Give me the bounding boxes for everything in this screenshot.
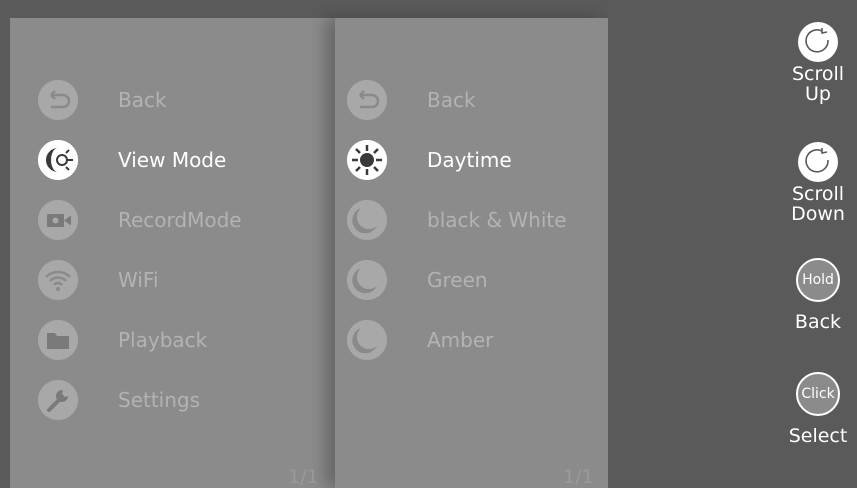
menu-item-label: Playback xyxy=(118,328,208,352)
main-menu-panel: Back View Mode RecordMode WiFi Playback xyxy=(10,18,335,488)
view-item-back[interactable]: Back xyxy=(335,72,608,128)
moon-icon xyxy=(347,320,387,360)
menu-item-playback[interactable]: Playback xyxy=(10,312,335,368)
scroll-down-label: Scroll xyxy=(791,183,845,205)
menu-item-label: RecordMode xyxy=(118,208,242,232)
hold-back-label: Back xyxy=(794,311,842,333)
rotate-clockwise-icon xyxy=(798,22,838,62)
scroll-up-sublabel: Up xyxy=(805,83,831,105)
view-item-daytime[interactable]: Daytime xyxy=(335,132,608,188)
menu-item-label: Back xyxy=(118,88,167,112)
folder-icon xyxy=(38,320,78,360)
click-select-button[interactable]: Click Select xyxy=(780,372,856,446)
back-arrow-icon xyxy=(347,80,387,120)
menu-item-label: View Mode xyxy=(118,148,227,172)
menu-item-back[interactable]: Back xyxy=(10,72,335,128)
moon-icon xyxy=(347,260,387,300)
scroll-up-label: Scroll xyxy=(791,63,845,85)
scroll-down-sublabel: Down xyxy=(791,203,845,225)
menu-item-label: Green xyxy=(427,268,488,292)
menu-item-label: WiFi xyxy=(118,268,159,292)
menu-item-label: Settings xyxy=(118,388,201,412)
hold-back-button[interactable]: Hold Back xyxy=(780,258,856,332)
controls-panel: Scroll Up Scroll Down Hold Back Click Se… xyxy=(608,0,857,488)
menu-item-settings[interactable]: Settings xyxy=(10,372,335,428)
menu-item-wifi[interactable]: WiFi xyxy=(10,252,335,308)
page-indicator: 1/1 xyxy=(288,466,319,488)
view-mode-icon xyxy=(38,140,78,180)
view-item-green[interactable]: Green xyxy=(335,252,608,308)
menu-item-label: black & White xyxy=(427,208,567,232)
view-mode-panel: Back Daytime black & White Green Amber 1… xyxy=(335,18,608,488)
view-item-amber[interactable]: Amber xyxy=(335,312,608,368)
wifi-icon xyxy=(38,260,78,300)
click-badge-icon: Click xyxy=(796,372,840,416)
click-select-label: Select xyxy=(788,425,848,447)
view-item-black-white[interactable]: black & White xyxy=(335,192,608,248)
scroll-up-button[interactable]: Scroll Up xyxy=(780,20,856,104)
menu-item-label: Back xyxy=(427,88,476,112)
menu-item-label: Daytime xyxy=(427,148,512,172)
rotate-clockwise-icon xyxy=(798,142,838,182)
menu-item-label: Amber xyxy=(427,328,494,352)
moon-icon xyxy=(347,200,387,240)
menu-item-record-mode[interactable]: RecordMode xyxy=(10,192,335,248)
wrench-icon xyxy=(38,380,78,420)
sun-icon xyxy=(347,140,387,180)
hold-badge-icon: Hold xyxy=(796,258,840,302)
menu-item-view-mode[interactable]: View Mode xyxy=(10,132,335,188)
scroll-down-button[interactable]: Scroll Down xyxy=(780,140,856,224)
page-indicator: 1/1 xyxy=(563,466,594,488)
back-arrow-icon xyxy=(38,80,78,120)
video-camera-icon xyxy=(38,200,78,240)
